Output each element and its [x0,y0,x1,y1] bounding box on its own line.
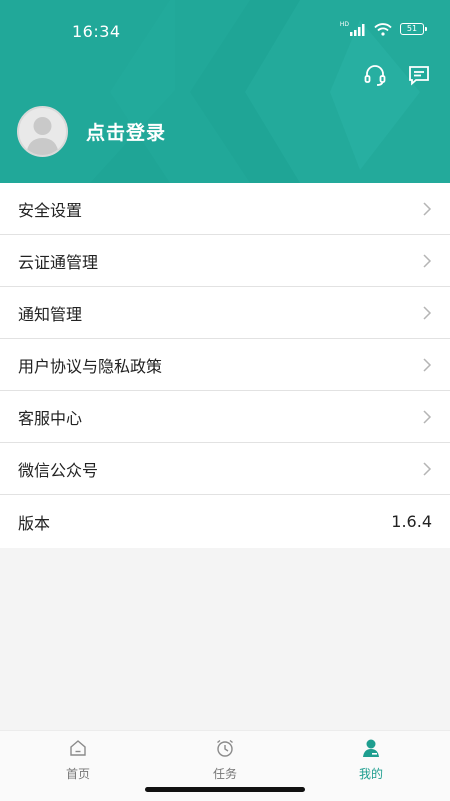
chevron-right-icon [423,461,432,476]
tab-label: 任务 [212,767,237,781]
login-label: 点击登录 [86,122,167,144]
home-icon [70,740,86,756]
login-entry[interactable]: 点击登录 [17,106,166,157]
menu-item-notifications[interactable]: 通知管理 [0,287,450,339]
header-actions [362,62,432,88]
tab-label: 首页 [65,767,90,781]
menu-item-security-settings[interactable]: 安全设置 [0,183,450,235]
version-label: 版本 [18,513,51,533]
menu-item-wechat-account[interactable]: 微信公众号 [0,443,450,495]
battery-icon: 51 [400,23,427,35]
tab-home[interactable]: 首页 [38,737,118,782]
menu-item-label: 云证通管理 [18,252,99,272]
menu-item-version: 版本 1.6.4 [0,495,450,548]
chevron-right-icon [423,409,432,424]
chevron-right-icon [423,305,432,320]
tab-label: 我的 [358,767,383,781]
menu-item-privacy-policy[interactable]: 用户协议与隐私政策 [0,339,450,391]
profile-header: 16:34 HD 51 点击登录 [0,0,450,183]
menu-item-label: 用户协议与隐私政策 [18,356,163,376]
network-label: HD [339,21,349,28]
tab-tasks[interactable]: 任务 [185,737,265,782]
message-icon [409,66,429,86]
menu-item-label: 客服中心 [18,408,83,428]
user-icon [363,739,379,757]
signal-icon: HD [340,22,366,36]
wifi-icon [374,22,392,36]
customer-service-button[interactable] [362,62,388,88]
menu-item-customer-service[interactable]: 客服中心 [0,391,450,443]
headset-icon [364,65,386,86]
battery-level: 51 [406,24,418,33]
status-time: 16:34 [72,22,121,41]
chevron-right-icon [423,357,432,372]
home-indicator [145,787,305,792]
chevron-right-icon [423,253,432,268]
tab-mine[interactable]: 我的 [331,737,411,782]
version-value: 1.6.4 [391,512,432,531]
default-user-icon [26,117,59,155]
status-icons: HD 51 [340,22,427,36]
status-bar: 16:34 HD 51 [0,0,450,62]
messages-button[interactable] [406,62,432,88]
chevron-right-icon [423,201,432,216]
menu-item-label: 通知管理 [18,304,83,324]
settings-menu: 安全设置 云证通管理 通知管理 用户协议与隐私政策 客服中心 微信公众号 版本 … [0,183,450,548]
avatar [17,106,68,157]
menu-item-label: 安全设置 [18,200,83,220]
alarm-clock-icon [217,739,233,757]
menu-item-cloud-cert[interactable]: 云证通管理 [0,235,450,287]
menu-item-label: 微信公众号 [18,460,99,480]
